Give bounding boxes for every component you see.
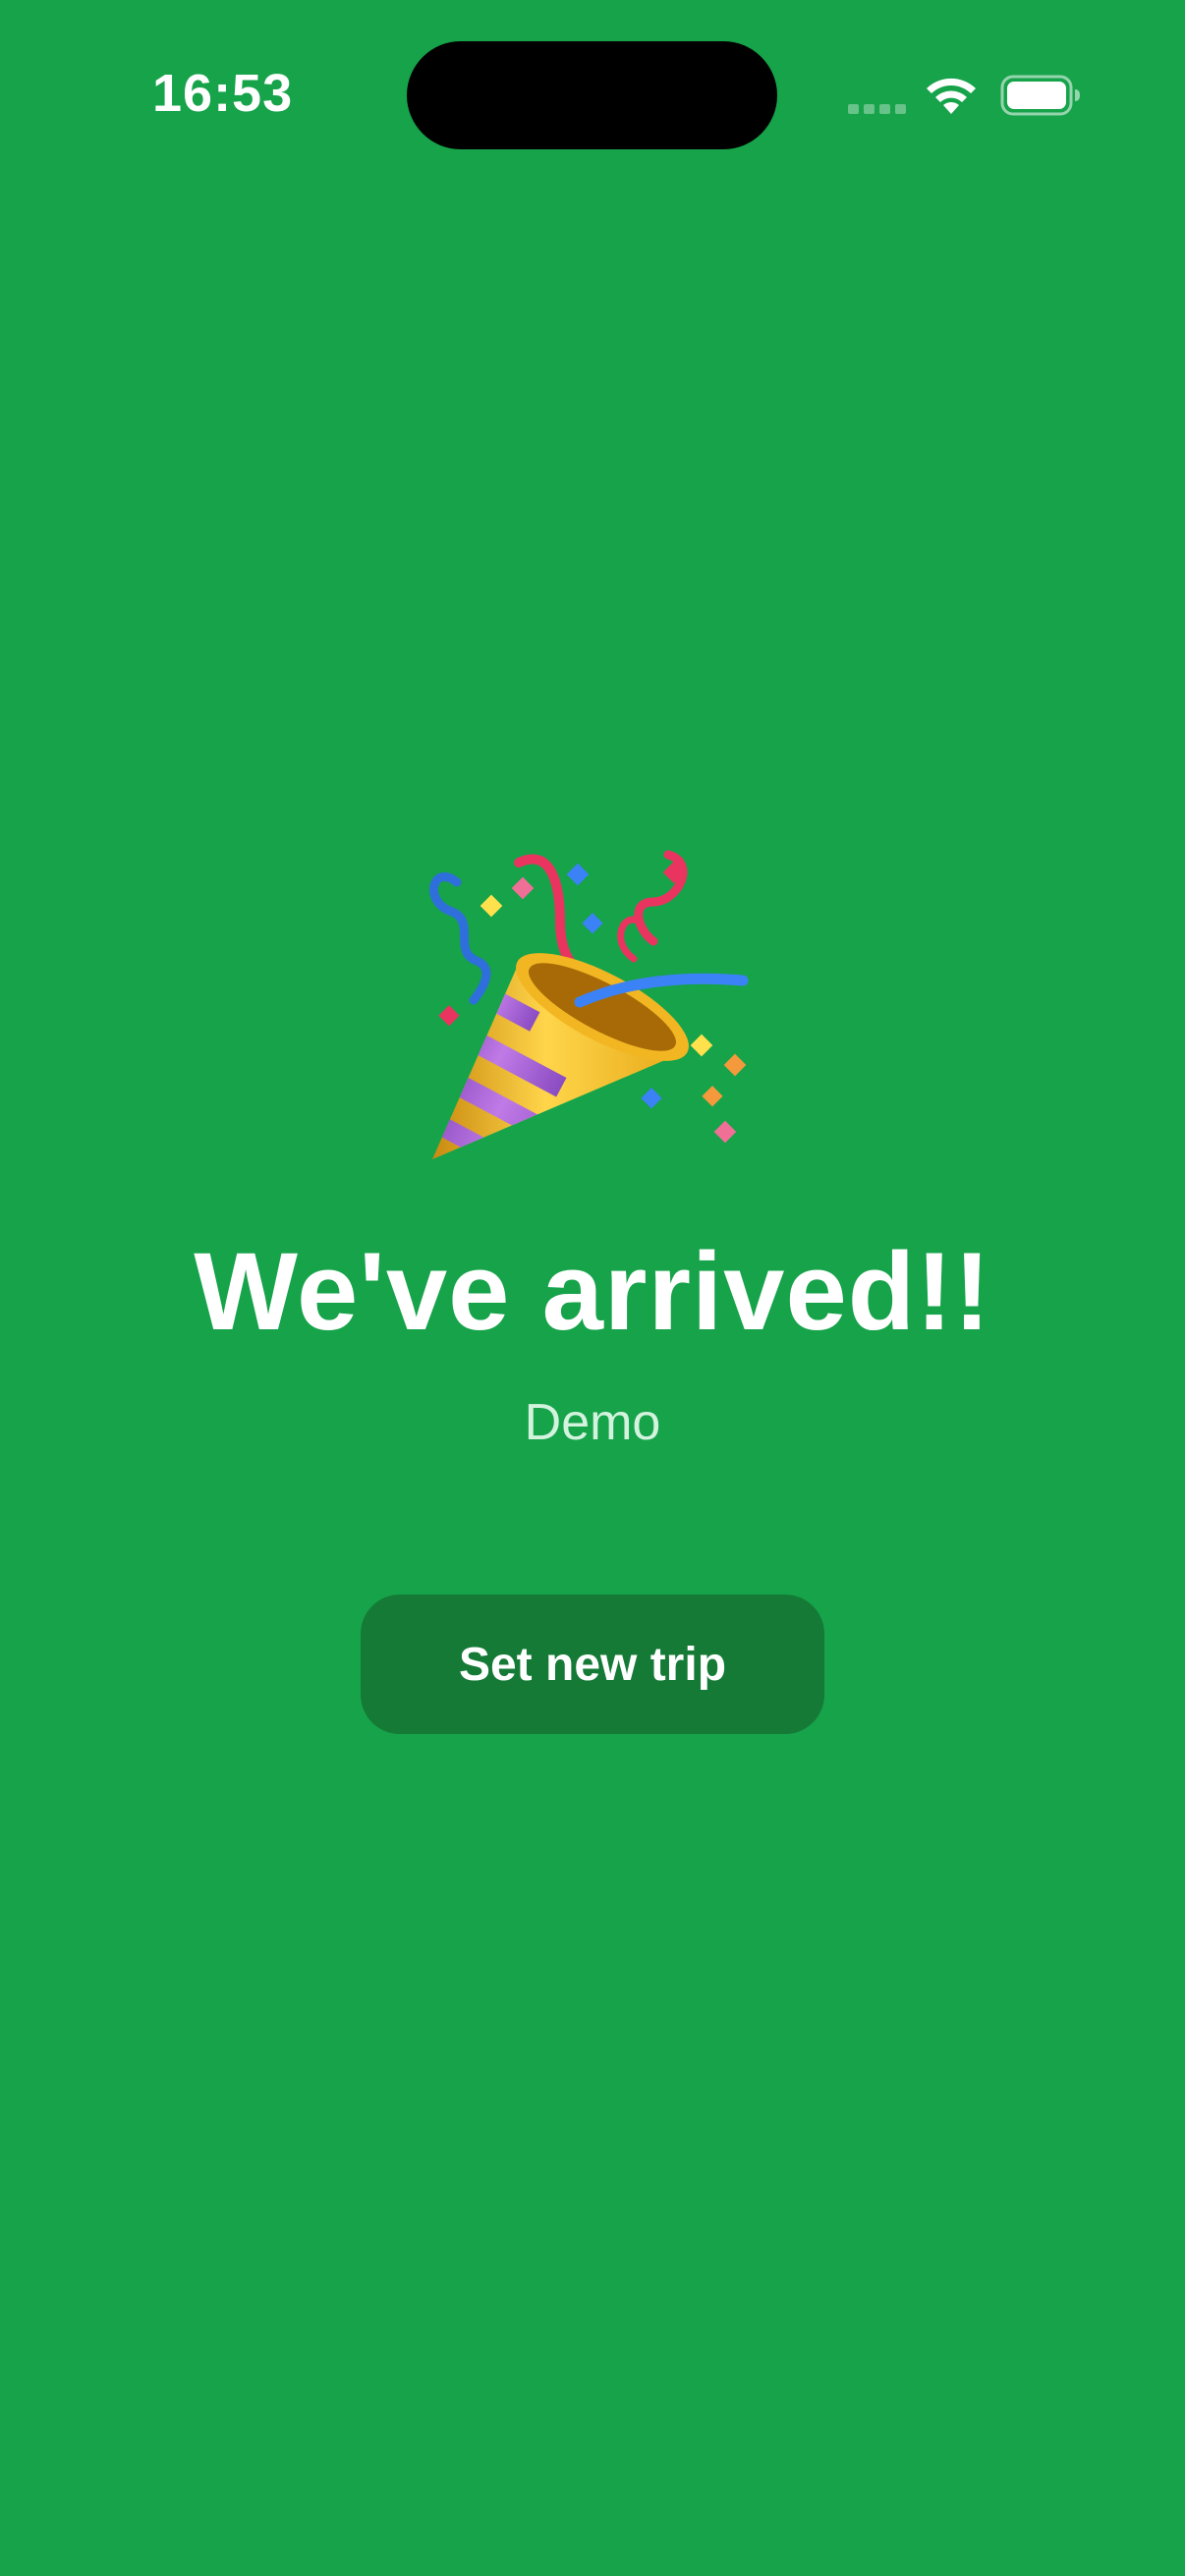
battery-icon	[1000, 75, 1080, 116]
dynamic-island	[407, 41, 777, 149]
cellular-signal-icon	[848, 104, 906, 114]
trip-name-subtitle: Demo	[524, 1394, 661, 1451]
wifi-icon	[927, 78, 976, 114]
party-popper-icon	[429, 850, 749, 1159]
status-time: 16:53	[152, 64, 294, 123]
set-new-trip-button[interactable]: Set new trip	[361, 1595, 824, 1734]
arrival-headline: We've arrived!!	[194, 1230, 991, 1353]
